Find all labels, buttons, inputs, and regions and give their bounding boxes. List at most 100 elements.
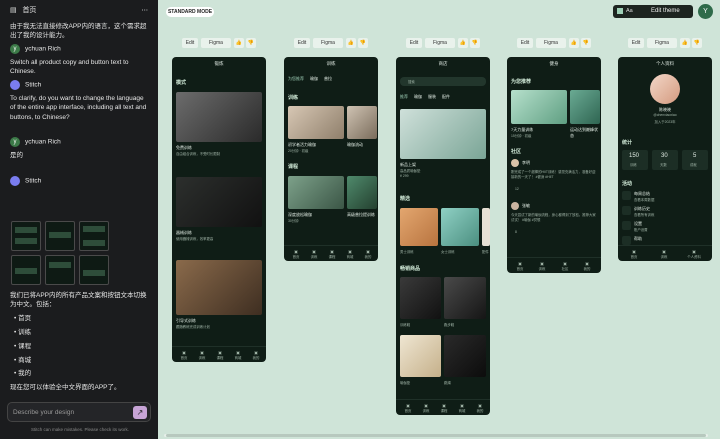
thumbs-down-icon[interactable]: 👎 (581, 38, 591, 48)
thumbs-up-icon[interactable]: 👍 (458, 38, 468, 48)
product-title: 训练鞋 (400, 323, 411, 327)
screen-thumbnail[interactable] (79, 255, 109, 285)
nav-me[interactable]: 我的 (577, 261, 597, 271)
tab-yoga[interactable]: 瑜伽 (414, 94, 422, 100)
user-name-row: y ychuan Rich (10, 137, 150, 147)
edit-theme-button[interactable]: Edit theme (651, 8, 680, 14)
nav-train[interactable]: 训练 (532, 261, 552, 271)
nav-community[interactable]: 社区 (555, 261, 575, 271)
nav-train[interactable]: 训练 (192, 350, 212, 360)
section-title: 训练 (288, 95, 299, 101)
nav-shop[interactable]: 商城 (228, 350, 248, 360)
activity-item[interactable]: 训练历史 查看所有训练 (622, 205, 708, 217)
edit-button[interactable]: Edit (406, 38, 422, 48)
thumbs-down-icon[interactable]: 👎 (358, 38, 368, 48)
more-icon[interactable]: ⋯ (142, 6, 149, 15)
nav-home[interactable]: 首页 (510, 261, 530, 271)
user-avatar-button[interactable]: Y (698, 4, 713, 19)
screen-thumbnail[interactable] (11, 221, 41, 251)
edit-button[interactable]: Edit (294, 38, 310, 48)
figma-button[interactable]: Figma (536, 38, 566, 48)
figma-button[interactable]: Figma (201, 38, 231, 48)
nav-train[interactable]: 训练 (654, 249, 674, 259)
bot-message: To clarify, do you want to change the la… (10, 95, 147, 121)
thumbs-down-icon[interactable]: 👎 (470, 38, 480, 48)
card-title: 高级普拉提训练 (347, 212, 375, 217)
screen-training[interactable]: 训练 为您推荐 瑜伽 普拉 训练 初学者活力瑜伽 20分钟 · 初级 瑜伽流动 … (284, 57, 378, 261)
thumbs-up-icon[interactable]: 👍 (680, 38, 690, 48)
horizontal-scrollbar[interactable] (164, 434, 708, 437)
tab-recommend[interactable]: 推荐 (400, 94, 408, 100)
screen-thumbnail[interactable] (11, 255, 41, 285)
tab-yoga[interactable]: 瑜伽 (310, 76, 318, 82)
thumbs-up-icon[interactable]: 👍 (234, 38, 244, 48)
screen-workout-modes[interactable]: 锻炼 模式 免费训练 自由组合训练，不受时长限制 器械训练 使用器械训练，效率更… (172, 57, 266, 362)
like-count[interactable]: 12 (515, 187, 519, 191)
screen-fitness[interactable]: 健身 为您推荐 7天力量训练 15分钟 · 初级 运动达到巅峰状态 社区 李明 … (507, 57, 601, 273)
send-button[interactable]: ↗ (133, 406, 147, 419)
nav-me[interactable]: 我的 (246, 350, 266, 360)
activity-item[interactable]: 帮助 (622, 235, 708, 245)
nav-train[interactable]: 训练 (304, 249, 324, 259)
screen-thumbnail[interactable] (45, 221, 75, 251)
bottom-nav: 首页训练社区我的 (507, 257, 601, 273)
edit-button[interactable]: Edit (182, 38, 198, 48)
mode-badge[interactable]: STANDARD MODE (166, 7, 214, 17)
prompt-input-container[interactable]: Describe your design ↗ (7, 402, 151, 422)
like-count[interactable]: 8 (515, 230, 517, 234)
search-bar[interactable]: 搜索 (400, 77, 486, 86)
message-text: 由于我无法直接修改APP内的语言，这个需求超出了我的设计能力。 (10, 23, 147, 40)
screen-shop[interactable]: 商店 搜索 推荐 瑜伽 服装 配件 新品上架 高品质瑜伽垫 ¥ 299 精选 男… (396, 57, 490, 415)
nav-home[interactable]: 首页 (624, 249, 644, 259)
nav-home[interactable]: 首页 (286, 249, 306, 259)
nav-course[interactable]: 课程 (322, 249, 342, 259)
nav-home[interactable]: 首页 (398, 403, 418, 413)
stat-value: 30 (661, 153, 668, 159)
nav-train[interactable]: 训练 (416, 403, 436, 413)
user-avatar: y (10, 137, 20, 147)
chat-title: 首页 (22, 7, 37, 14)
activity-item[interactable]: 设置 账户设置 (622, 220, 708, 232)
figma-button[interactable]: Figma (313, 38, 343, 48)
workout-image (570, 90, 600, 124)
screen-profile[interactable]: 个人资料 陈晓晓 @chenxiaoxiao 加入于2023年 统计 150 训练… (618, 57, 712, 261)
card-title: 瑜伽流动 (347, 142, 363, 147)
tab-pilates[interactable]: 普拉 (324, 76, 332, 82)
product-title: 瑜伽垫 (400, 381, 411, 385)
screen-title: 训练 (326, 61, 336, 66)
bot-name-row: Stitch (10, 80, 150, 90)
thumbs-up-icon[interactable]: 👍 (346, 38, 356, 48)
thumbs-down-icon[interactable]: 👎 (246, 38, 256, 48)
thumbs-up-icon[interactable]: 👍 (569, 38, 579, 48)
feature-label: 配件 (482, 250, 489, 254)
theme-control[interactable]: Aa Edit theme (613, 5, 693, 18)
studio-image (176, 260, 262, 315)
nav-course[interactable]: 课程 (434, 403, 454, 413)
nav-shop[interactable]: 商城 (452, 403, 472, 413)
nav-me[interactable]: 我的 (470, 403, 490, 413)
card-title: 运动达到巅峰状态 (570, 127, 598, 138)
edit-button[interactable]: Edit (517, 38, 533, 48)
tab-recommend[interactable]: 为您推荐 (288, 76, 304, 82)
prompt-input[interactable]: Describe your design (13, 408, 74, 417)
card-sub: 15分钟 · 初级 (511, 134, 532, 138)
nav-course[interactable]: 课程 (210, 350, 230, 360)
hero-image (400, 109, 486, 159)
nav-shop[interactable]: 商城 (340, 249, 360, 259)
product-title: 跑步鞋 (444, 323, 455, 327)
tab-apparel[interactable]: 服装 (428, 94, 436, 100)
figma-button[interactable]: Figma (425, 38, 455, 48)
nav-home[interactable]: 首页 (174, 350, 194, 360)
nav-me[interactable]: 我的 (358, 249, 378, 259)
nav-profile[interactable]: 个人资料 (684, 249, 704, 259)
activity-item[interactable]: 每周总结 查看本周数据 (622, 190, 708, 202)
sidebar-toggle-icon[interactable]: ▤ (10, 7, 17, 14)
screen-thumbnail[interactable] (45, 255, 75, 285)
tab-accessory[interactable]: 配件 (442, 94, 450, 100)
stat-label: 成就 (690, 163, 697, 167)
thumbs-down-icon[interactable]: 👎 (692, 38, 702, 48)
edit-button[interactable]: Edit (628, 38, 644, 48)
screen-thumbnail[interactable] (79, 221, 109, 251)
post-author: 李明 (522, 160, 530, 165)
figma-button[interactable]: Figma (647, 38, 677, 48)
